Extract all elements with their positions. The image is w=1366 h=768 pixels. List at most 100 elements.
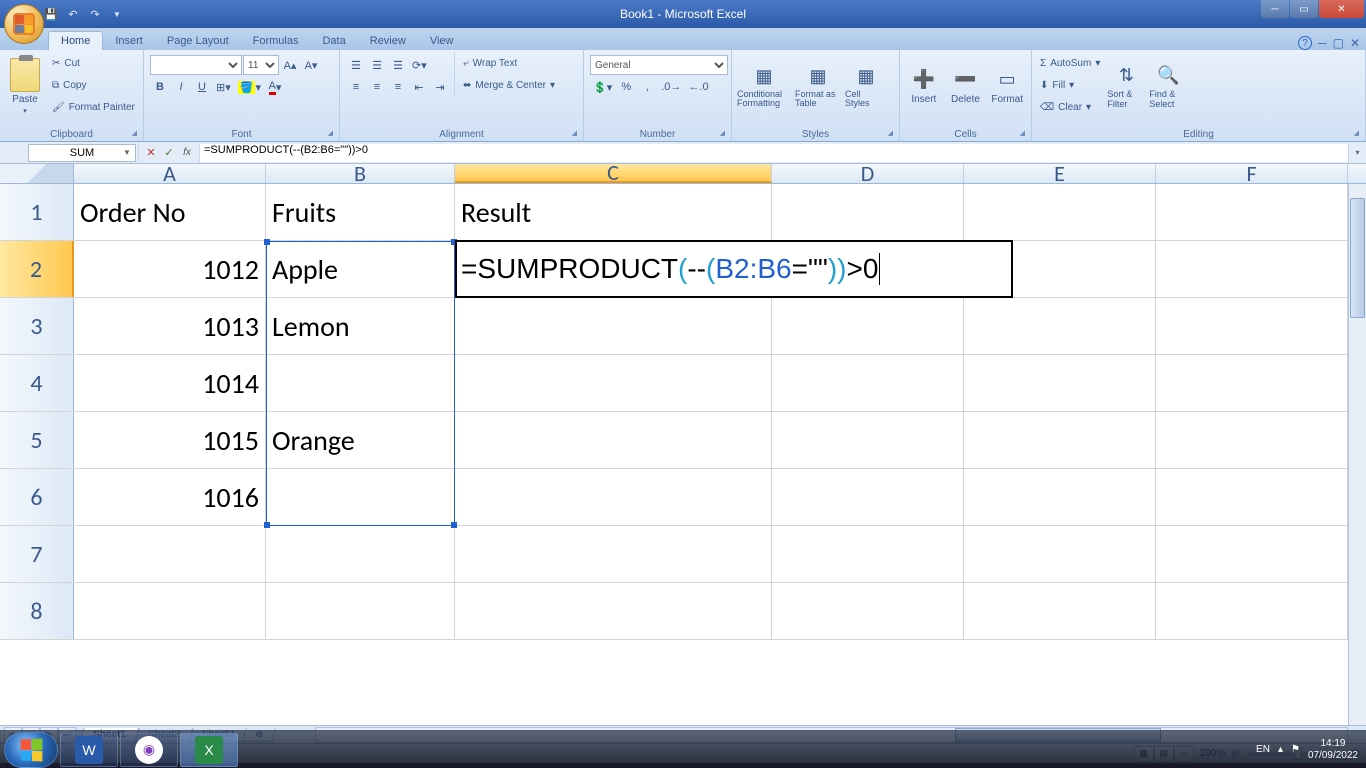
font-color-button[interactable]: A▾ <box>265 77 285 97</box>
shrink-font-icon[interactable]: A▾ <box>301 55 321 75</box>
align-bottom-icon[interactable]: ☰ <box>388 55 408 75</box>
cell-A4[interactable]: 1014 <box>74 355 266 411</box>
row-header[interactable]: 4 <box>0 355 74 411</box>
sort-filter-button[interactable]: ⇅Sort & Filter <box>1106 52 1146 120</box>
tab-home[interactable]: Home <box>48 31 103 50</box>
select-all-corner[interactable] <box>0 164 74 183</box>
qat-dropdown-icon[interactable]: ▼ <box>108 5 126 23</box>
taskbar-item-browser[interactable]: ◉ <box>120 733 178 767</box>
cell-E8[interactable] <box>964 583 1156 639</box>
decrease-indent-icon[interactable]: ⇤ <box>409 77 429 97</box>
align-center-icon[interactable]: ≡ <box>367 77 387 97</box>
insert-cells-button[interactable]: ➕Insert <box>904 52 944 120</box>
number-format-select[interactable]: General <box>590 55 728 75</box>
cell-B2[interactable]: Apple <box>266 241 455 297</box>
fill-button[interactable]: ⬇Fill▾ <box>1036 74 1104 96</box>
align-left-icon[interactable]: ≡ <box>346 77 366 97</box>
cell-E3[interactable] <box>964 298 1156 354</box>
cell-A6[interactable]: 1016 <box>74 469 266 525</box>
cell-E7[interactable] <box>964 526 1156 582</box>
cell-B4[interactable] <box>266 355 455 411</box>
align-right-icon[interactable]: ≡ <box>388 77 408 97</box>
undo-icon[interactable]: ↶ <box>64 5 82 23</box>
italic-button[interactable]: I <box>171 77 191 97</box>
cell-B7[interactable] <box>266 526 455 582</box>
cell-B3[interactable]: Lemon <box>266 298 455 354</box>
cell-A1[interactable]: Order No <box>74 184 266 240</box>
taskbar-item-word[interactable]: W <box>60 733 118 767</box>
autosum-button[interactable]: ΣAutoSum▾ <box>1036 52 1104 74</box>
cell-D1[interactable] <box>772 184 964 240</box>
col-header-E[interactable]: E <box>964 164 1156 183</box>
cell-F2[interactable] <box>1156 241 1348 297</box>
orientation-icon[interactable]: ⟳▾ <box>409 55 430 75</box>
name-box[interactable]: SUM ▼ <box>28 144 136 162</box>
cell-F7[interactable] <box>1156 526 1348 582</box>
row-header[interactable]: 3 <box>0 298 74 354</box>
cell-F4[interactable] <box>1156 355 1348 411</box>
cell-F1[interactable] <box>1156 184 1348 240</box>
help-icon[interactable]: ? <box>1298 36 1312 50</box>
increase-indent-icon[interactable]: ⇥ <box>430 77 450 97</box>
col-header-C[interactable]: C <box>455 164 772 183</box>
align-top-icon[interactable]: ☰ <box>346 55 366 75</box>
formula-input[interactable]: =SUMPRODUCT(--(B2:B6=""))>0 <box>200 144 1348 162</box>
cell-C1[interactable]: Result <box>455 184 772 240</box>
minimize-button[interactable]: ─ <box>1261 0 1289 18</box>
cell-C7[interactable] <box>455 526 772 582</box>
cell-E1[interactable] <box>964 184 1156 240</box>
cell-D5[interactable] <box>772 412 964 468</box>
vertical-scrollbar[interactable] <box>1348 184 1366 725</box>
expand-formula-bar-icon[interactable]: ▾ <box>1348 144 1366 162</box>
tab-insert[interactable]: Insert <box>103 32 155 50</box>
row-header[interactable]: 5 <box>0 412 74 468</box>
cell-D7[interactable] <box>772 526 964 582</box>
font-size-select[interactable]: 11 <box>243 55 279 75</box>
cell-F3[interactable] <box>1156 298 1348 354</box>
format-cells-button[interactable]: ▭Format <box>987 52 1027 120</box>
cell-E5[interactable] <box>964 412 1156 468</box>
paste-button[interactable]: Paste ▾ <box>4 52 46 120</box>
start-button[interactable] <box>4 732 58 768</box>
enter-formula-icon[interactable]: ✓ <box>161 145 177 161</box>
fx-icon[interactable]: fx <box>179 145 195 161</box>
delete-cells-button[interactable]: ➖Delete <box>946 52 986 120</box>
percent-icon[interactable]: % <box>616 77 636 97</box>
cell-C4[interactable] <box>455 355 772 411</box>
font-family-select[interactable] <box>150 55 242 75</box>
border-button[interactable]: ⊞▾ <box>213 77 234 97</box>
ribbon-close-icon[interactable]: ✕ <box>1350 36 1360 50</box>
cell-C6[interactable] <box>455 469 772 525</box>
tab-view[interactable]: View <box>418 32 466 50</box>
cell-F6[interactable] <box>1156 469 1348 525</box>
cancel-formula-icon[interactable]: ✕ <box>143 145 159 161</box>
active-cell[interactable]: =SUMPRODUCT(--(B2:B6=""))>0 <box>455 240 1013 298</box>
tray-lang[interactable]: EN <box>1256 744 1270 755</box>
office-button[interactable] <box>4 4 44 44</box>
find-select-button[interactable]: 🔍Find & Select <box>1148 52 1188 120</box>
cell-B8[interactable] <box>266 583 455 639</box>
cell-E4[interactable] <box>964 355 1156 411</box>
row-header[interactable]: 1 <box>0 184 74 240</box>
tab-page-layout[interactable]: Page Layout <box>155 32 241 50</box>
cell-C8[interactable] <box>455 583 772 639</box>
row-header[interactable]: 8 <box>0 583 74 639</box>
fill-color-button[interactable]: 🪣▾ <box>235 77 264 97</box>
increase-decimal-icon[interactable]: .0→ <box>658 77 684 97</box>
cell-F5[interactable] <box>1156 412 1348 468</box>
redo-icon[interactable]: ↷ <box>86 5 104 23</box>
underline-button[interactable]: U <box>192 77 212 97</box>
cell-A8[interactable] <box>74 583 266 639</box>
tab-review[interactable]: Review <box>358 32 418 50</box>
taskbar-item-excel[interactable]: X <box>180 733 238 767</box>
cell-F8[interactable] <box>1156 583 1348 639</box>
tray-clock[interactable]: 14:19 07/09/2022 <box>1308 738 1358 762</box>
conditional-formatting-button[interactable]: ▦Conditional Formatting <box>736 52 792 120</box>
merge-center-button[interactable]: ⬌Merge & Center▾ <box>459 74 559 96</box>
ribbon-minimize-icon[interactable]: ─ <box>1318 36 1327 50</box>
cell-C5[interactable] <box>455 412 772 468</box>
cell-B5[interactable]: Orange <box>266 412 455 468</box>
tab-formulas[interactable]: Formulas <box>241 32 311 50</box>
cell-D4[interactable] <box>772 355 964 411</box>
name-box-dropdown-icon[interactable]: ▼ <box>120 146 134 160</box>
